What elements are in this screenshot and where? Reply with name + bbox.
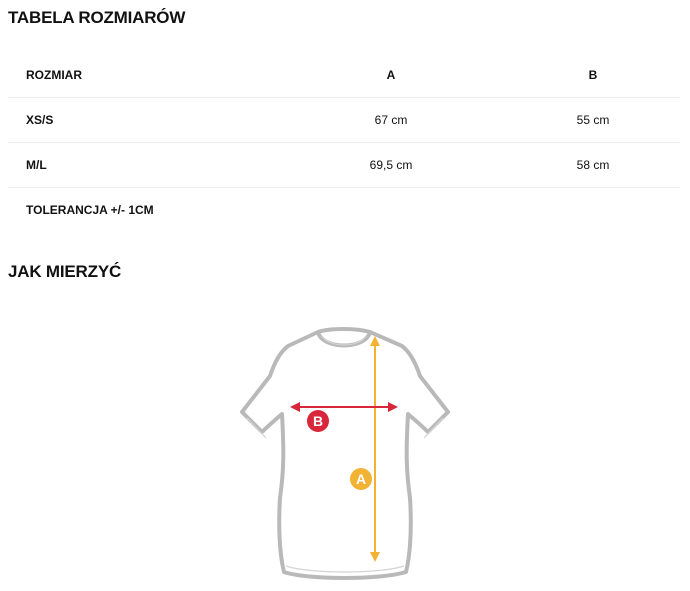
how-to-measure-title: JAK MIERZYĆ — [8, 262, 122, 281]
tshirt-outline — [240, 327, 450, 580]
measure-a-label: A — [356, 471, 366, 487]
tolerance-note: TOLERANCJA +/- 1CM — [26, 203, 154, 217]
tshirt-illustration: A B — [240, 327, 450, 580]
row-a-value: 69,5 cm — [276, 142, 506, 188]
table-row-tolerance: TOLERANCJA +/- 1CM — [8, 188, 680, 233]
measure-b-label: B — [313, 413, 323, 429]
size-table: ROZMIAR A B XS/S 67 cm 55 cm M/L 69,5 cm… — [8, 53, 680, 232]
row-size: M/L — [8, 142, 276, 188]
table-header-row: ROZMIAR A B — [8, 53, 680, 98]
header-b: B — [506, 53, 680, 98]
header-size: ROZMIAR — [8, 53, 276, 98]
row-a-value: 67 cm — [276, 97, 506, 143]
header-a: A — [276, 53, 506, 98]
table-row: XS/S 67 cm 55 cm — [8, 97, 680, 143]
table-row: M/L 69,5 cm 58 cm — [8, 142, 680, 188]
row-b-value: 58 cm — [506, 142, 680, 188]
size-table-title: TABELA ROZMIARÓW — [8, 8, 186, 27]
row-b-value: 55 cm — [506, 97, 680, 143]
tshirt-measurement-diagram: A B — [230, 320, 460, 586]
row-size: XS/S — [8, 97, 276, 143]
